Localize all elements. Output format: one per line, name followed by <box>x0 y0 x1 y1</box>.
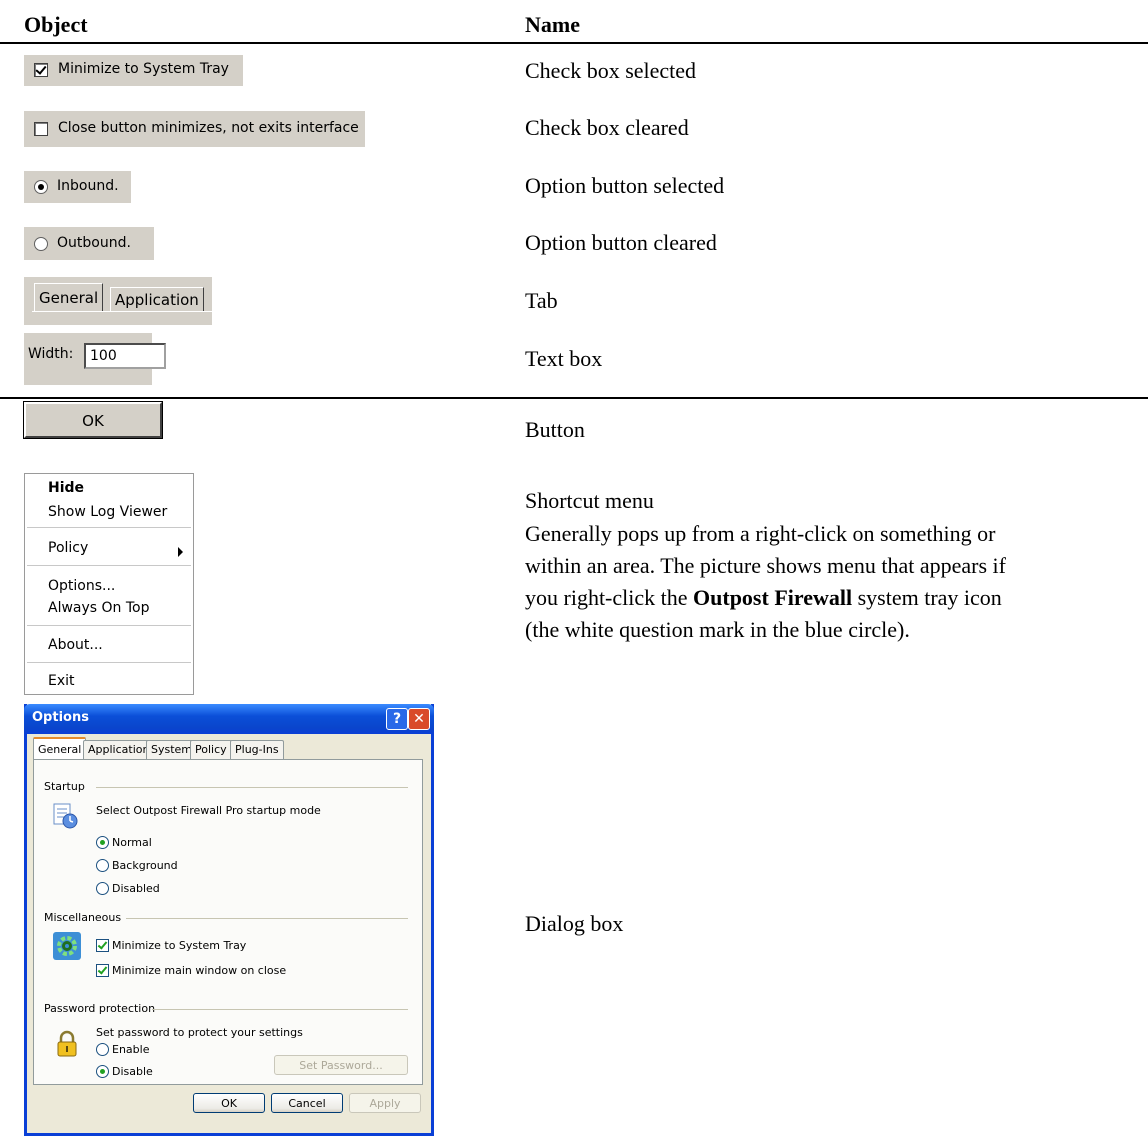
options-dialog: Options ? ✕ General Application System P… <box>24 704 434 1136</box>
menu-item-options[interactable]: Options... <box>48 578 115 594</box>
tab-general[interactable]: General <box>34 283 104 312</box>
password-disable-label: Disable <box>112 1065 153 1078</box>
checkbox-checked-label: Minimize to System Tray <box>58 61 229 77</box>
menu-separator <box>27 565 191 566</box>
shortcut-desc-line2: within an area. The picture shows menu t… <box>525 553 1006 578</box>
radio-cleared-sample: Outbound. <box>24 227 154 260</box>
menu-separator <box>27 662 191 663</box>
dialog-titlebar[interactable]: Options ? ✕ <box>24 704 434 734</box>
textbox-sample: Width: 100 <box>24 333 166 385</box>
misc-group-line <box>126 918 408 919</box>
close-icon[interactable]: ✕ <box>408 708 430 730</box>
misc-group-label: Miscellaneous <box>44 911 122 924</box>
startup-prompt: Select Outpost Firewall Pro startup mode <box>96 804 321 817</box>
password-prompt: Set password to protect your settings <box>96 1026 303 1039</box>
tab-application[interactable]: Application <box>83 740 155 759</box>
row-name-textbox: Text box <box>525 346 603 371</box>
radio-selected-sample: Inbound. <box>24 171 131 203</box>
gear-icon <box>53 932 81 960</box>
shortcut-menu: Hide Show Log Viewer Policy Options... A… <box>24 473 194 695</box>
radio-cleared-label: Outbound. <box>57 235 131 251</box>
radio-cleared[interactable] <box>34 237 48 251</box>
tab-policy[interactable]: Policy <box>190 740 232 759</box>
row-name-option-cleared: Option button cleared <box>525 230 717 255</box>
tab-baseline <box>32 311 212 312</box>
dialog-title: Options <box>32 710 89 725</box>
row-name-check-selected: Check box selected <box>525 58 697 83</box>
startup-disabled-label: Disabled <box>112 882 160 895</box>
set-password-button[interactable]: Set Password... <box>274 1055 408 1075</box>
minimize-tray-checkbox[interactable] <box>96 939 109 952</box>
dialog-cancel-button[interactable]: Cancel <box>271 1093 343 1113</box>
startup-group-line <box>96 787 408 788</box>
row-name-shortcut-menu: Shortcut menu <box>525 488 654 513</box>
width-textbox[interactable]: 100 <box>84 343 166 369</box>
textbox-label: Width: <box>28 346 74 362</box>
row-name-check-cleared: Check box cleared <box>525 115 689 140</box>
ok-button-sample[interactable]: OK <box>24 402 162 438</box>
general-tab-panel: Startup Select Outpost Firewall Pro star… <box>33 759 423 1085</box>
name-column-header: Name <box>525 12 580 37</box>
dialog-apply-button[interactable]: Apply <box>349 1093 421 1113</box>
shortcut-desc-line4: (the white question mark in the blue cir… <box>525 617 910 642</box>
radio-selected-label: Inbound. <box>57 178 119 194</box>
lock-icon <box>57 1030 77 1057</box>
shortcut-desc-3c: system tray icon <box>852 585 1002 610</box>
startup-background-label: Background <box>112 859 178 872</box>
help-icon[interactable]: ? <box>386 708 408 730</box>
password-enable-radio[interactable] <box>96 1043 109 1056</box>
startup-group-label: Startup <box>44 780 85 793</box>
shortcut-desc-line1: Generally pops up from a right-click on … <box>525 521 996 546</box>
password-group-line <box>152 1009 408 1010</box>
checkbox-cleared[interactable] <box>34 122 48 136</box>
password-group-label: Password protection <box>44 1002 156 1015</box>
menu-item-hide[interactable]: Hide <box>48 480 84 496</box>
header-rule <box>0 42 1148 44</box>
radio-selected[interactable] <box>34 180 48 194</box>
minimize-on-close-checkbox[interactable] <box>96 964 109 977</box>
menu-separator <box>27 527 191 528</box>
dialog-ok-button[interactable]: OK <box>193 1093 265 1113</box>
section-rule <box>0 397 1148 399</box>
startup-normal-label: Normal <box>112 836 152 849</box>
shortcut-desc-product: Outpost Firewall <box>693 585 853 610</box>
password-enable-label: Enable <box>112 1043 150 1056</box>
menu-item-always-on-top[interactable]: Always On Top <box>48 600 150 616</box>
menu-item-policy[interactable]: Policy <box>48 540 88 556</box>
tab-sample: General Application <box>24 277 212 325</box>
submenu-arrow-icon <box>178 547 183 557</box>
startup-disabled-radio[interactable] <box>96 882 109 895</box>
menu-item-about[interactable]: About... <box>48 637 103 653</box>
checkbox-cleared-sample: Close button minimizes, not exits interf… <box>24 111 365 147</box>
password-disable-radio[interactable] <box>96 1065 109 1078</box>
checkbox-cleared-label: Close button minimizes, not exits interf… <box>58 120 359 136</box>
menu-item-exit[interactable]: Exit <box>48 673 75 689</box>
row-name-tab: Tab <box>525 288 558 313</box>
checkbox-checked-sample: Minimize to System Tray <box>24 55 243 86</box>
row-name-button: Button <box>525 417 585 442</box>
menu-separator <box>27 625 191 626</box>
startup-background-radio[interactable] <box>96 859 109 872</box>
minimize-tray-label: Minimize to System Tray <box>112 939 247 952</box>
object-column-header: Object <box>24 12 88 37</box>
startup-icon <box>53 803 78 829</box>
shortcut-desc-3a: you right-click the <box>525 585 694 610</box>
tab-general[interactable]: General <box>33 737 87 761</box>
minimize-on-close-label: Minimize main window on close <box>112 964 287 977</box>
row-name-option-selected: Option button selected <box>525 173 725 198</box>
startup-normal-radio[interactable] <box>96 836 109 849</box>
menu-item-show-log-viewer[interactable]: Show Log Viewer <box>48 504 167 520</box>
row-name-dialog: Dialog box <box>525 911 624 936</box>
checkbox-checked[interactable] <box>34 63 48 77</box>
shortcut-desc-line3: you right-click the Outpost Firewall sys… <box>525 582 1002 614</box>
tab-plug-ins[interactable]: Plug-Ins <box>230 740 284 759</box>
tab-application[interactable]: Application <box>110 287 204 312</box>
